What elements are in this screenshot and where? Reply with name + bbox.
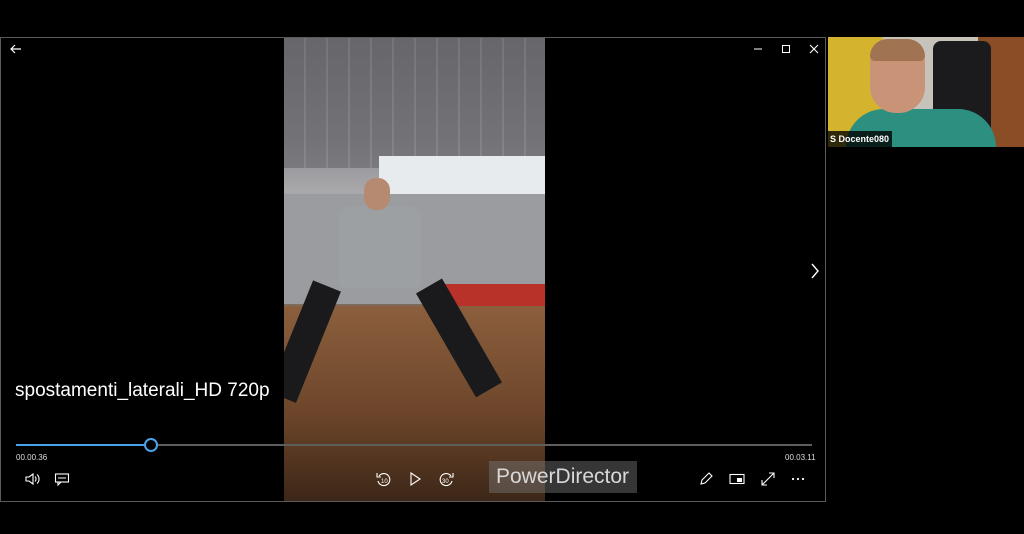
video-frame[interactable] xyxy=(284,38,545,501)
play-icon[interactable] xyxy=(404,468,426,490)
close-icon[interactable] xyxy=(803,38,825,60)
video-title: spostamenti_laterali_HD 720p xyxy=(15,380,270,401)
rewind-10-icon[interactable]: 10 xyxy=(373,468,395,490)
svg-text:30: 30 xyxy=(442,479,449,485)
athlete-torso xyxy=(339,206,421,288)
powerdirector-watermark: PowerDirector xyxy=(489,461,637,493)
mini-view-icon[interactable] xyxy=(726,468,748,490)
video-ceiling xyxy=(284,38,545,168)
video-windows xyxy=(379,156,545,194)
chevron-right-icon[interactable] xyxy=(807,260,823,282)
total-time: 00.03.11 xyxy=(785,453,816,462)
participant-name-label: S Docente080 xyxy=(828,131,893,147)
minimize-icon[interactable] xyxy=(747,38,769,60)
subtitles-icon[interactable] xyxy=(51,468,73,490)
volume-icon[interactable] xyxy=(21,468,43,490)
progress-bar[interactable] xyxy=(16,438,812,452)
progress-thumb[interactable] xyxy=(143,438,158,452)
video-player-window: spostamenti_laterali_HD 720p 00.00.36 00… xyxy=(0,37,826,502)
participant-video-tile[interactable]: S Docente080 xyxy=(828,37,1024,147)
athlete-head xyxy=(364,178,390,210)
progress-fill xyxy=(16,444,150,446)
more-icon[interactable] xyxy=(787,468,809,490)
fullscreen-icon[interactable] xyxy=(757,468,779,490)
participant-hair xyxy=(870,39,925,61)
back-arrow-icon[interactable] xyxy=(5,38,27,60)
maximize-icon[interactable] xyxy=(775,38,797,60)
elapsed-time: 00.00.36 xyxy=(16,453,48,462)
forward-30-icon[interactable]: 30 xyxy=(435,468,457,490)
svg-text:10: 10 xyxy=(381,479,388,485)
pencil-icon[interactable] xyxy=(695,468,717,490)
